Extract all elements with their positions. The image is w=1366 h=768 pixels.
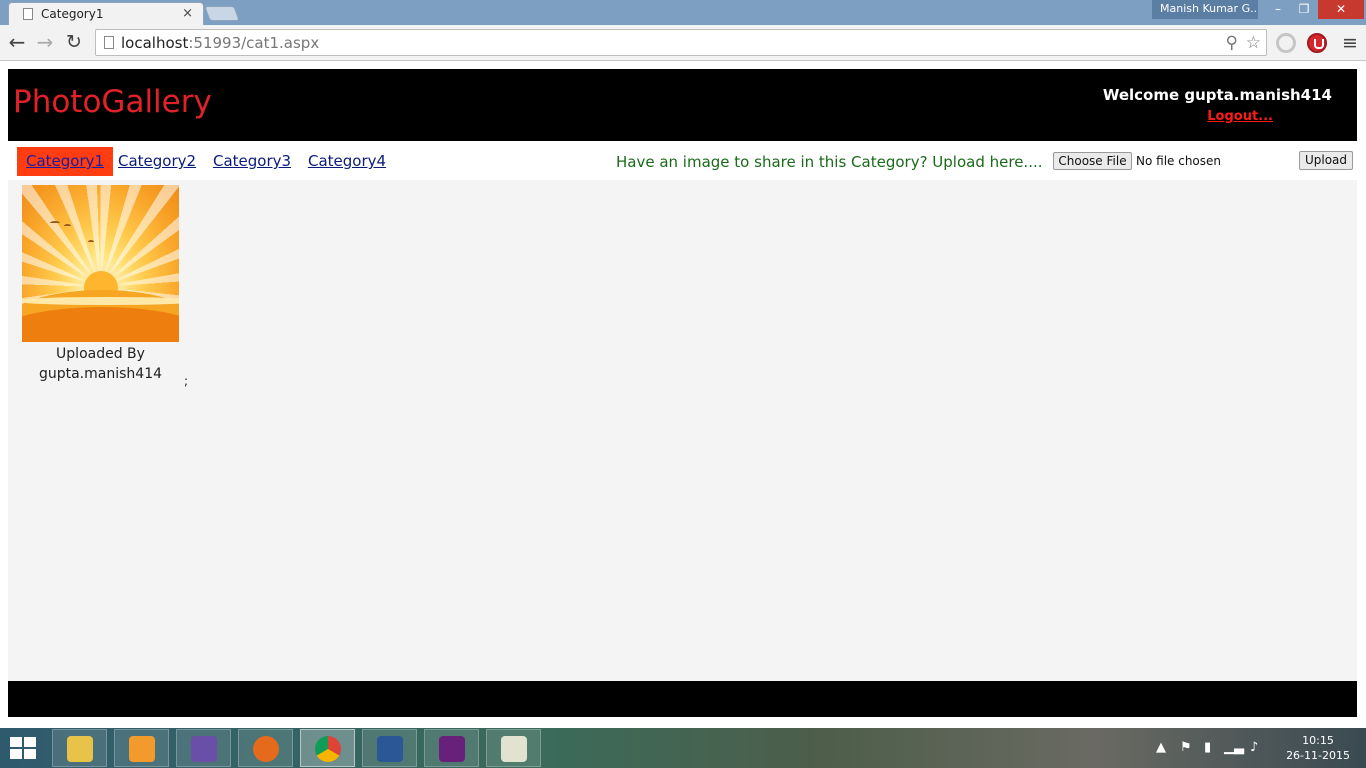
start-pane	[10, 749, 22, 759]
volume-icon[interactable]: ♪	[1250, 740, 1258, 755]
close-window-button[interactable]: ✕	[1318, 0, 1364, 19]
clock-date: 26-11-2015	[1286, 749, 1350, 762]
bookmark-star-icon[interactable]: ☆	[1246, 33, 1261, 53]
minimize-button[interactable]: –	[1265, 0, 1291, 19]
url-host: localhost	[121, 34, 189, 52]
browser-toolbar: ← → ↻ localhost:51993/cat1.aspx ⚲ ☆ ≡	[0, 25, 1366, 61]
page-icon	[23, 8, 33, 20]
wave-highlight	[22, 297, 179, 305]
page-viewport: PhotoGallery Welcome gupta.manish414 Log…	[0, 62, 1366, 728]
site-header: PhotoGallery Welcome gupta.manish414 Log…	[8, 69, 1357, 141]
category-link-4[interactable]: Category4	[299, 147, 395, 176]
paint-icon[interactable]	[486, 729, 541, 767]
word-glyph	[377, 736, 403, 762]
file-status-text: No file chosen	[1136, 154, 1222, 168]
gallery-content: Uploaded By gupta.manish414 ;	[8, 180, 1357, 681]
start-pane	[24, 749, 36, 759]
choose-file-button[interactable]: Choose File	[1053, 152, 1132, 170]
tab-title: Category1	[41, 7, 104, 21]
battery-icon[interactable]: ▮	[1204, 740, 1211, 755]
bird-icon	[50, 221, 60, 225]
adblock-extension-icon[interactable]	[1307, 33, 1327, 53]
chrome-icon[interactable]	[300, 729, 355, 767]
zoom-icon[interactable]: ⚲	[1226, 33, 1238, 53]
system-tray: ▲ ⚑ ▮ ▁▃ ♪ 10:15 26-11-2015	[1156, 728, 1366, 768]
wave-shape	[22, 307, 179, 342]
folder-glyph	[67, 736, 93, 762]
vs-glyph	[439, 736, 465, 762]
flag-icon[interactable]: ⚑	[1180, 740, 1192, 755]
logout-link[interactable]: Logout...	[1207, 109, 1273, 124]
clock-time: 10:15	[1302, 734, 1334, 747]
restore-button[interactable]: ❐	[1291, 0, 1317, 19]
url-path: :51993/cat1.aspx	[188, 34, 320, 52]
profile-button[interactable]: Manish Kumar G...	[1152, 0, 1258, 19]
caption-uploader: gupta.manish414	[38, 366, 163, 382]
firefox-glyph	[253, 736, 279, 762]
category-link-1[interactable]: Category1	[17, 147, 114, 176]
reload-icon[interactable]: ↻	[62, 31, 86, 55]
new-tab-button[interactable]	[204, 6, 240, 21]
browser-tab-active[interactable]: Category1 ×	[8, 2, 204, 25]
chrome-menu-icon[interactable]: ≡	[1342, 32, 1358, 54]
paint-glyph	[501, 736, 527, 762]
upload-button[interactable]: Upload	[1299, 151, 1353, 170]
chrome-glyph	[315, 736, 341, 762]
site-logo: PhotoGallery	[13, 84, 212, 120]
welcome-text: Welcome gupta.manish414	[1102, 86, 1332, 104]
photo-thumbnail[interactable]	[22, 185, 179, 342]
word-icon[interactable]	[362, 729, 417, 767]
windows-taskbar: ▲ ⚑ ▮ ▁▃ ♪ 10:15 26-11-2015	[0, 728, 1366, 768]
address-bar[interactable]: localhost:51993/cat1.aspx ⚲ ☆	[95, 29, 1267, 56]
signal-icon[interactable]: ▁▃	[1224, 740, 1244, 755]
file-explorer-icon[interactable]	[52, 729, 107, 767]
page-icon	[104, 36, 114, 49]
media-player-icon[interactable]	[114, 729, 169, 767]
clock[interactable]: 10:15 26-11-2015	[1286, 733, 1350, 763]
category-link-3[interactable]: Category3	[204, 147, 300, 176]
browser-titlebar: Category1 × Manish Kumar G... – ❐ ✕	[0, 0, 1366, 25]
start-pane	[24, 737, 36, 747]
upload-prompt: Have an image to share in this Category?…	[616, 153, 1043, 171]
windows-start-icon[interactable]	[10, 737, 38, 761]
bird-icon	[64, 224, 71, 228]
back-arrow-icon[interactable]: ←	[5, 31, 29, 55]
bird-icon	[88, 240, 94, 244]
start-pane	[10, 737, 22, 747]
site-footer	[8, 681, 1357, 717]
forward-arrow-icon[interactable]: →	[33, 31, 57, 55]
vs-glyph	[191, 736, 217, 762]
url-text[interactable]: localhost:51993/cat1.aspx	[121, 34, 319, 52]
tray-expand-icon[interactable]: ▲	[1156, 740, 1166, 755]
firefox-icon[interactable]	[238, 729, 293, 767]
extension-icon[interactable]	[1276, 33, 1296, 53]
photo-caption: Uploaded By gupta.manish414	[22, 344, 179, 384]
media-glyph	[129, 736, 155, 762]
category-link-2[interactable]: Category2	[109, 147, 205, 176]
visual-studio-icon[interactable]	[424, 729, 479, 767]
tab-close-icon[interactable]: ×	[182, 6, 193, 21]
caption-line-1: Uploaded By	[56, 346, 145, 362]
category-navbar: Category1 Category2 Category3 Category4 …	[8, 141, 1357, 180]
visual-studio-old-icon[interactable]	[176, 729, 231, 767]
stray-text: ;	[184, 374, 189, 388]
photo-card: Uploaded By gupta.manish414	[22, 185, 179, 384]
